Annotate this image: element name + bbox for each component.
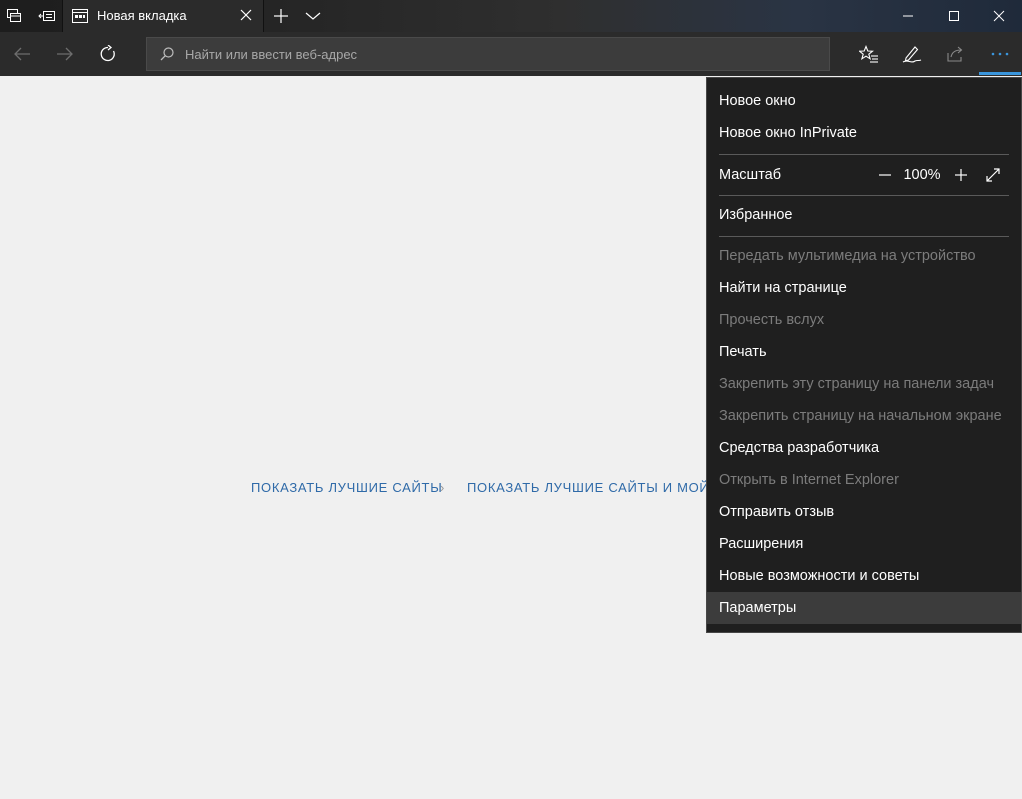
- tabs-preview-icon: [7, 9, 21, 22]
- tab-new-tab[interactable]: Новая вкладка: [62, 0, 264, 32]
- maximize-button[interactable]: [931, 0, 977, 32]
- show-top-sites-and-feed-link[interactable]: ПОКАЗАТЬ ЛУЧШИЕ САЙТЫ И МОЙ: [467, 480, 709, 495]
- full-screen-button[interactable]: [981, 159, 1005, 191]
- menu-separator: [719, 236, 1009, 237]
- menu-separator: [719, 195, 1009, 196]
- zoom-in-button[interactable]: [949, 159, 973, 191]
- minus-icon: [879, 174, 891, 176]
- address-bar[interactable]: [146, 37, 830, 71]
- settings-and-more-menu: Новое окно Новое окно InPrivate Масштаб …: [706, 77, 1022, 633]
- close-icon[interactable]: [239, 8, 253, 22]
- refresh-button[interactable]: [86, 32, 130, 76]
- maximize-icon: [949, 11, 959, 21]
- share-icon: [947, 46, 963, 62]
- minimize-button[interactable]: [885, 0, 931, 32]
- tab-set-aside-icon: [38, 11, 55, 21]
- zoom-label: Масштаб: [719, 167, 782, 183]
- share-button[interactable]: [933, 32, 977, 76]
- favorites-button[interactable]: [847, 32, 891, 76]
- menu-item-new-window[interactable]: Новое окно: [707, 85, 1021, 117]
- back-button[interactable]: [0, 32, 44, 76]
- menu-item-pin-to-taskbar: Закрепить эту страницу на панели задач: [719, 376, 995, 392]
- menu-item-extensions[interactable]: Расширения: [707, 528, 1021, 560]
- menu-item-new-inprivate-window[interactable]: Новое окно InPrivate: [707, 117, 1021, 149]
- close-icon: [993, 10, 1005, 22]
- menu-item-open-in-ie: Открыть в Internet Explorer: [719, 472, 899, 488]
- set-aside-tabs-button[interactable]: [33, 0, 61, 32]
- refresh-icon: [100, 45, 115, 62]
- navigation-bar: [0, 32, 1022, 76]
- menu-item-zoom: Масштаб: [707, 159, 1021, 191]
- tab-list-button[interactable]: [298, 0, 328, 32]
- menu-item-print[interactable]: Печать: [707, 336, 1021, 368]
- plus-icon: [955, 169, 967, 181]
- menu-item-cast-media: Передать мультимедиа на устройство: [719, 248, 976, 264]
- address-input[interactable]: [185, 38, 805, 70]
- chevron-right-icon: ›: [440, 480, 445, 495]
- title-bar: Новая вкладка: [0, 0, 1022, 32]
- page-icon: [72, 9, 88, 23]
- pen-icon: [902, 46, 922, 63]
- zoom-value: 100%: [903, 167, 941, 183]
- active-button-indicator: [979, 72, 1021, 75]
- window-close-button[interactable]: [976, 0, 1022, 32]
- chevron-down-icon: [305, 12, 321, 20]
- menu-item-pin-to-start: Закрепить страницу на начальном экране: [719, 408, 1002, 424]
- settings-and-more-button[interactable]: [978, 32, 1022, 76]
- show-top-sites-link[interactable]: ПОКАЗАТЬ ЛУЧШИЕ САЙТЫ: [251, 480, 442, 495]
- search-icon: [160, 47, 174, 61]
- menu-item-whats-new[interactable]: Новые возможности и советы: [707, 560, 1021, 592]
- forward-arrow-icon: [57, 47, 73, 61]
- menu-item-send-feedback[interactable]: Отправить отзыв: [707, 496, 1021, 528]
- plus-icon: [274, 9, 288, 23]
- tabs-preview-button[interactable]: [0, 0, 28, 32]
- more-dots-icon: [991, 52, 1009, 56]
- menu-item-settings[interactable]: Параметры: [707, 592, 1021, 624]
- minimize-icon: [903, 15, 913, 17]
- zoom-out-button[interactable]: [873, 159, 897, 191]
- back-arrow-icon: [14, 47, 30, 61]
- menu-separator: [719, 154, 1009, 155]
- fullscreen-icon: [986, 168, 1000, 182]
- forward-button[interactable]: [43, 32, 87, 76]
- favorites-star-icon: [859, 45, 878, 63]
- menu-item-developer-tools[interactable]: Средства разработчика: [707, 432, 1021, 464]
- menu-item-favorites[interactable]: Избранное: [707, 199, 1021, 231]
- menu-item-read-aloud: Прочесть вслух: [719, 312, 825, 328]
- new-tab-button[interactable]: [266, 0, 296, 32]
- web-note-button[interactable]: [890, 32, 934, 76]
- menu-item-find-on-page[interactable]: Найти на странице: [707, 272, 1021, 304]
- tab-title: Новая вкладка: [97, 8, 187, 23]
